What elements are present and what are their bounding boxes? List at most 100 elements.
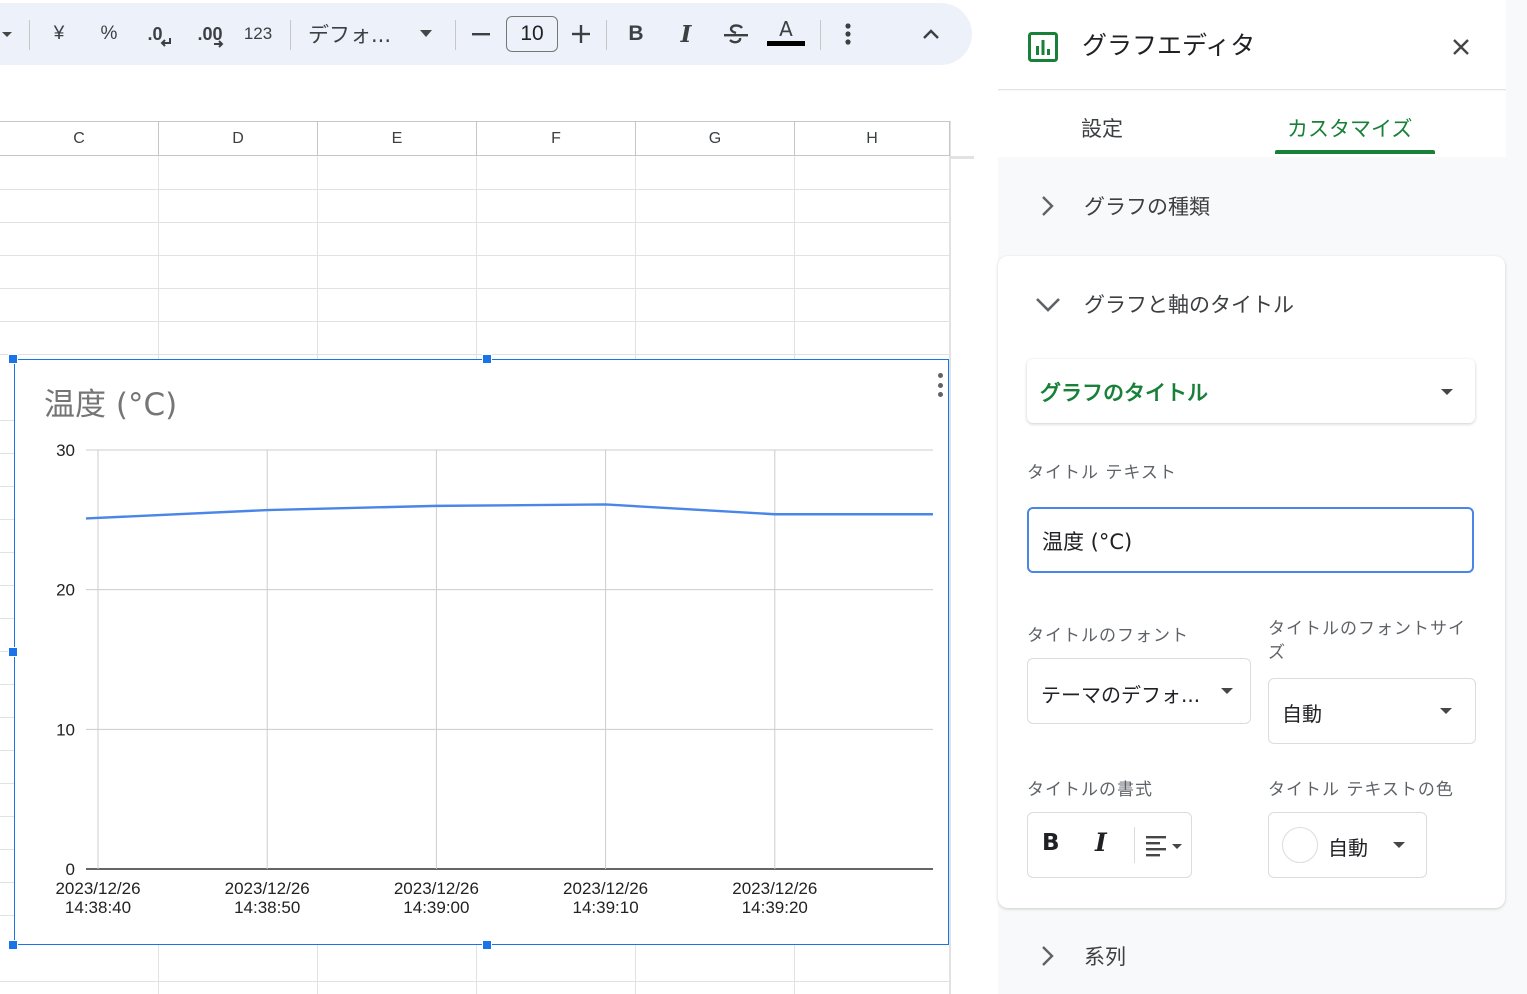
section-chart-type-label: グラフの種類 <box>1084 195 1210 219</box>
toolbar-divider <box>820 20 821 50</box>
more-options-button[interactable] <box>836 3 860 65</box>
toolbar-divider <box>290 20 291 50</box>
chart-menu-button[interactable] <box>933 370 947 400</box>
scrollbar-header-mark <box>950 156 974 159</box>
color-swatch <box>1282 827 1318 863</box>
close-icon[interactable] <box>1446 32 1476 62</box>
title-text-input[interactable]: 温度 (°C) <box>1027 507 1474 573</box>
grid-row-line <box>0 288 950 289</box>
currency-format-button[interactable]: ¥ <box>44 3 74 65</box>
chart-editor-panel: グラフエディタ 設定 カスタマイズ グラフの種類 グラフと軸のタイトル グラフの… <box>998 0 1527 994</box>
toolbar-divider <box>606 20 607 50</box>
more-vert-icon <box>845 23 851 45</box>
section-series-label: 系列 <box>1084 945 1126 969</box>
toolbar-divider <box>455 20 456 50</box>
grid-row-line <box>0 915 14 916</box>
title-text-label: タイトル テキスト <box>1027 463 1177 483</box>
section-chart-axis-titles-label: グラフと軸のタイトル <box>1084 293 1294 317</box>
column-header-e[interactable]: E <box>318 122 477 156</box>
increase-decimal-button[interactable]: .00 <box>190 3 232 65</box>
resize-handle-top-left[interactable] <box>8 354 18 364</box>
x-tick-label: 14:39:20 <box>742 898 808 917</box>
grid-row-line <box>0 750 14 751</box>
x-tick-label: 14:38:50 <box>234 898 300 917</box>
title-font-value: テーマのデフォ... <box>1041 683 1201 707</box>
dropdown-caret-icon <box>420 30 432 37</box>
title-font-size-dropdown[interactable]: 自動 <box>1268 678 1476 744</box>
minus-icon <box>472 33 490 36</box>
font-family-dropdown[interactable]: デフォ... <box>308 3 438 65</box>
title-target-dropdown[interactable]: グラフのタイトル <box>1027 359 1475 423</box>
text-color-swatch <box>767 40 805 46</box>
section-series[interactable]: 系列 <box>998 908 1506 994</box>
title-color-dropdown[interactable]: 自動 <box>1268 812 1427 878</box>
font-size-input[interactable]: 10 <box>506 16 558 52</box>
y-tick-label: 0 <box>66 860 75 879</box>
bold-button[interactable]: B <box>622 3 650 65</box>
grid-row-line <box>0 552 14 553</box>
section-chart-axis-titles[interactable]: グラフと軸のタイトル <box>998 256 1506 352</box>
column-header-g[interactable]: G <box>636 122 795 156</box>
section-chart-type[interactable]: グラフの種類 <box>998 158 1506 254</box>
title-color-value: 自動 <box>1328 836 1368 860</box>
more-formats-button[interactable]: 123 <box>238 3 278 65</box>
y-tick-label: 20 <box>56 581 75 600</box>
percent-format-button[interactable]: % <box>93 3 125 65</box>
text-color-button[interactable]: A <box>766 3 806 65</box>
column-header-f[interactable]: F <box>477 122 636 156</box>
chart-editor-header: グラフエディタ <box>998 0 1506 90</box>
more-vert-icon-dot <box>937 392 943 397</box>
column-header-c[interactable]: C <box>0 122 159 156</box>
chevron-right-icon <box>1042 196 1054 216</box>
align-left-icon[interactable] <box>1146 835 1184 857</box>
collapse-toolbar-button[interactable] <box>916 3 946 65</box>
title-target-value: グラフのタイトル <box>1040 381 1208 405</box>
resize-handle-bottom-left[interactable] <box>8 940 18 950</box>
title-text-value: 温度 (°C) <box>1042 530 1133 554</box>
grid-row-line <box>0 816 14 817</box>
title-font-dropdown[interactable]: テーマのデフォ... <box>1027 658 1251 724</box>
toolbar-divider <box>29 20 30 50</box>
chevron-right-icon <box>1042 946 1054 966</box>
tab-setup[interactable]: 設定 <box>1081 113 1123 143</box>
decrease-decimal-button[interactable]: .0 <box>140 3 178 65</box>
column-header-row: C D E F G H <box>0 121 950 156</box>
x-tick-label: 2023/12/26 <box>732 879 817 898</box>
grid-row-line <box>0 321 950 322</box>
x-tick-label: 14:39:10 <box>573 898 639 917</box>
line-chart: 温度 (°C)01020302023/12/2614:38:402023/12/… <box>44 387 933 917</box>
strikethrough-button[interactable] <box>720 3 752 65</box>
grid-row-line <box>0 882 14 883</box>
font-size-increase-button[interactable] <box>568 3 594 65</box>
resize-handle-top[interactable] <box>482 354 492 364</box>
format-divider <box>1134 827 1135 863</box>
italic-button[interactable]: I <box>672 3 700 65</box>
y-tick-label: 30 <box>56 441 75 460</box>
resize-handle-left[interactable] <box>8 647 18 657</box>
title-color-label: タイトル テキストの色 <box>1268 780 1454 800</box>
grid-row-line <box>0 486 14 487</box>
title-italic-button[interactable]: I <box>1095 828 1107 857</box>
grid-row-line <box>0 519 14 520</box>
column-header-d[interactable]: D <box>159 122 318 156</box>
resize-handle-bottom[interactable] <box>482 940 492 950</box>
titles-section-card: グラフと軸のタイトル グラフのタイトル タイトル テキスト 温度 (°C) タイ… <box>998 256 1505 908</box>
arrow-left-icon <box>160 38 171 47</box>
font-size-decrease-button[interactable] <box>468 3 494 65</box>
x-tick-label: 14:39:00 <box>403 898 469 917</box>
vertical-scrollbar-track[interactable] <box>950 121 974 994</box>
dropdown-caret-icon[interactable] <box>0 3 14 65</box>
plus-icon <box>572 25 590 43</box>
grid-row-line <box>0 618 14 619</box>
column-header-h[interactable]: H <box>795 122 950 156</box>
title-bold-button[interactable]: B <box>1042 830 1060 856</box>
tab-customize[interactable]: カスタマイズ <box>1287 113 1412 143</box>
grid-row-line <box>0 255 950 256</box>
grid-row-line <box>0 585 14 586</box>
formatting-toolbar: ¥ % .0 .00 123 デフォ... 10 B I A <box>0 3 972 65</box>
chart-title: 温度 (°C) <box>44 387 177 423</box>
font-family-value: デフォ... <box>308 23 392 47</box>
grid-row-line <box>0 717 14 718</box>
embedded-chart[interactable]: 温度 (°C) 0 10 20 30 2023/12/26 14:38:40 2023/12/… <box>14 359 949 945</box>
y-tick-label: 10 <box>56 720 75 739</box>
